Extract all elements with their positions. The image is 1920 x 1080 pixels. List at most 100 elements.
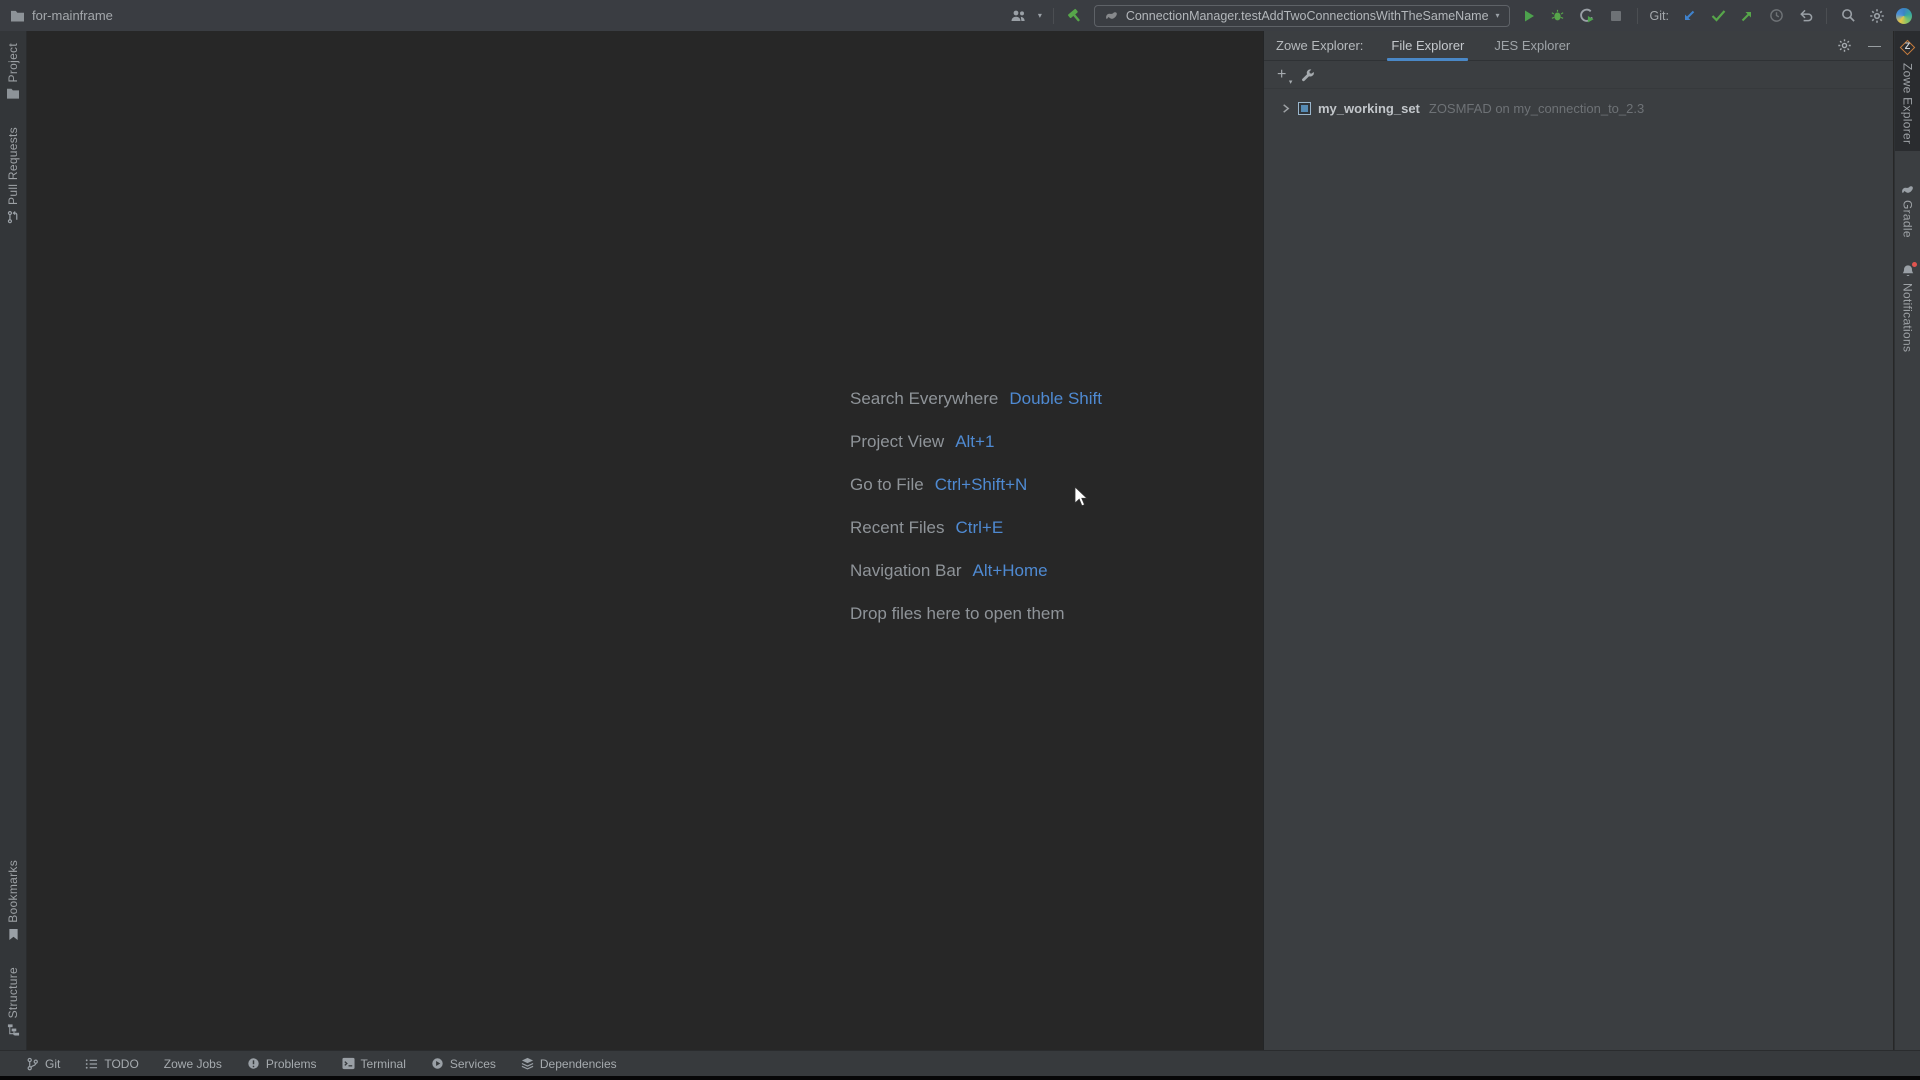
run-with-coverage-icon[interactable] bbox=[1577, 6, 1597, 26]
shortcut-row: Recent Files Ctrl+E bbox=[850, 506, 1102, 549]
panel-hide-icon[interactable]: — bbox=[1868, 39, 1881, 52]
statusbar-label: Dependencies bbox=[539, 1056, 617, 1071]
statusbar-item-terminal[interactable]: Terminal bbox=[341, 1056, 406, 1071]
chevron-right-icon[interactable] bbox=[1280, 103, 1291, 114]
shortcut-row: Navigation Bar Alt+Home bbox=[850, 549, 1102, 592]
zowe-explorer-panel: Zowe Explorer: File Explorer JES Explore… bbox=[1263, 31, 1893, 1050]
shortcut-row: Go to File Ctrl+Shift+N bbox=[850, 463, 1102, 506]
title-bar: for-mainframe ▾ ConnectionManager.testAd… bbox=[0, 0, 1920, 31]
working-set-name: my_working_set bbox=[1318, 100, 1420, 116]
shortcut-keys: Ctrl+E bbox=[955, 517, 1004, 537]
statusbar-label: Problems bbox=[265, 1056, 317, 1071]
zowe-explorer-stripe-label: Zowe Explorer bbox=[1900, 63, 1915, 145]
shortcut-row: Project View Alt+1 bbox=[850, 420, 1102, 463]
sidebar-item-bookmarks[interactable]: Bookmarks bbox=[6, 854, 20, 947]
settings-gear-icon[interactable] bbox=[1867, 6, 1887, 26]
git-commit-icon[interactable] bbox=[1708, 6, 1728, 26]
shortcut-row: Search Everywhere Double Shift bbox=[850, 377, 1102, 420]
notifications-bell-icon bbox=[1901, 262, 1917, 278]
project-folder-icon bbox=[10, 9, 25, 22]
gradle-icon bbox=[1104, 10, 1119, 21]
statusbar-item-dependencies[interactable]: Dependencies bbox=[521, 1057, 617, 1071]
shortcut-keys: Ctrl+Shift+N bbox=[934, 474, 1028, 494]
sidebar-item-project[interactable]: Project bbox=[6, 37, 20, 105]
tab-file-explorer[interactable]: File Explorer bbox=[1387, 31, 1469, 61]
run-icon[interactable] bbox=[1519, 6, 1539, 26]
history-clock-icon bbox=[1766, 6, 1786, 26]
shortcut-action: Go to File bbox=[850, 474, 924, 494]
pull-requests-stripe-label: Pull Requests bbox=[6, 127, 20, 206]
editor-empty-area: Search Everywhere Double Shift Project V… bbox=[28, 31, 1263, 1050]
pull-request-icon bbox=[6, 210, 20, 224]
statusbar-item-services[interactable]: Services bbox=[431, 1057, 496, 1071]
sidebar-item-notifications[interactable]: Notifications bbox=[1895, 257, 1920, 359]
statusbar-item-zowe-jobs[interactable]: Zowe Jobs bbox=[164, 1057, 222, 1071]
notification-badge-dot bbox=[1911, 262, 1917, 268]
status-bar: Git TODO Zowe Jobs Problems Terminal Ser… bbox=[0, 1050, 1920, 1076]
shortcut-keys: Alt+Home bbox=[972, 560, 1048, 580]
project-stripe-label: Project bbox=[6, 43, 20, 83]
working-set-icon bbox=[1298, 101, 1311, 115]
left-tool-window-stripe: Project Pull Requests Bookmarks Structur… bbox=[0, 31, 27, 1050]
code-with-me-users-icon[interactable] bbox=[1009, 6, 1029, 26]
zowe-icon: Z bbox=[1899, 39, 1916, 56]
panel-settings-gear-icon[interactable] bbox=[1837, 38, 1852, 53]
drop-files-hint: Drop files here to open them bbox=[850, 603, 1065, 623]
notifications-stripe-label: Notifications bbox=[1900, 283, 1915, 353]
gradle-elephant-icon bbox=[1900, 184, 1915, 195]
sidebar-item-gradle[interactable]: Gradle bbox=[1895, 177, 1920, 245]
ide-plugin-sphere-icon[interactable] bbox=[1896, 7, 1912, 24]
structure-icon bbox=[7, 1023, 20, 1036]
git-push-icon[interactable] bbox=[1737, 6, 1757, 26]
run-configuration-dropdown[interactable]: ConnectionManager.testAddTwoConnectionsW… bbox=[1093, 4, 1510, 27]
shortcut-action: Navigation Bar bbox=[850, 560, 962, 580]
edit-wrench-icon[interactable] bbox=[1301, 68, 1315, 82]
toolbar-separator bbox=[1052, 7, 1054, 24]
statusbar-item-problems[interactable]: Problems bbox=[247, 1057, 317, 1071]
search-everywhere-icon[interactable] bbox=[1838, 6, 1858, 26]
statusbar-label: Git bbox=[45, 1056, 61, 1071]
sidebar-item-zowe-explorer[interactable]: Z Zowe Explorer bbox=[1895, 31, 1920, 152]
statusbar-item-git[interactable]: Git bbox=[26, 1057, 60, 1071]
project-name: for-mainframe bbox=[32, 8, 113, 23]
shortcut-action: Project View bbox=[850, 431, 945, 451]
statusbar-item-todo[interactable]: TODO bbox=[85, 1056, 139, 1071]
toolbar-separator bbox=[1826, 7, 1827, 24]
bookmarks-stripe-label: Bookmarks bbox=[6, 859, 20, 923]
drop-hint-row: Drop files here to open them bbox=[850, 592, 1102, 635]
run-configuration-name: ConnectionManager.testAddTwoConnectionsW… bbox=[1125, 8, 1489, 23]
shortcut-keys: Alt+1 bbox=[955, 431, 995, 451]
add-working-set-button[interactable]: + ▾ bbox=[1277, 65, 1292, 86]
git-label: Git: bbox=[1649, 8, 1669, 23]
git-update-icon[interactable] bbox=[1679, 6, 1699, 26]
structure-stripe-label: Structure bbox=[6, 966, 20, 1018]
window-bottom-edge bbox=[0, 1076, 1920, 1080]
gradle-stripe-label: Gradle bbox=[1900, 200, 1915, 239]
build-hammer-icon[interactable] bbox=[1061, 1, 1089, 29]
debug-icon[interactable] bbox=[1548, 6, 1568, 26]
tab-jes-explorer[interactable]: JES Explorer bbox=[1494, 31, 1570, 61]
zowe-panel-header: Zowe Explorer: File Explorer JES Explore… bbox=[1264, 31, 1893, 61]
keyboard-shortcuts-hint: Search Everywhere Double Shift Project V… bbox=[850, 377, 1102, 635]
plus-caret-icon: ▾ bbox=[1288, 78, 1293, 86]
rollback-icon[interactable] bbox=[1795, 6, 1815, 26]
sidebar-item-structure[interactable]: Structure bbox=[6, 961, 20, 1042]
right-tool-window-stripe: Z Zowe Explorer Gradle Notifications bbox=[1894, 31, 1920, 1050]
folder-icon bbox=[6, 87, 20, 100]
statusbar-label: Services bbox=[449, 1056, 496, 1071]
sidebar-item-pull-requests[interactable]: Pull Requests bbox=[6, 121, 20, 230]
plus-icon: + bbox=[1277, 65, 1287, 83]
statusbar-label: Terminal bbox=[360, 1056, 406, 1071]
zowe-panel-toolbar: + ▾ bbox=[1264, 61, 1893, 89]
stop-icon bbox=[1606, 6, 1626, 26]
run-configuration-caret: ▾ bbox=[1495, 10, 1500, 20]
shortcut-action: Recent Files bbox=[850, 517, 945, 537]
working-set-tree-item[interactable]: my_working_set ZOSMFAD on my_connection_… bbox=[1264, 95, 1893, 121]
statusbar-label: TODO bbox=[104, 1056, 139, 1071]
statusbar-label: Zowe Jobs bbox=[163, 1056, 222, 1071]
mouse-cursor bbox=[1074, 486, 1089, 508]
toolbar-separator bbox=[1636, 7, 1638, 24]
shortcut-action: Search Everywhere bbox=[850, 388, 999, 408]
shortcut-keys: Double Shift bbox=[1009, 388, 1102, 408]
users-dropdown-caret[interactable]: ▾ bbox=[1038, 11, 1042, 20]
